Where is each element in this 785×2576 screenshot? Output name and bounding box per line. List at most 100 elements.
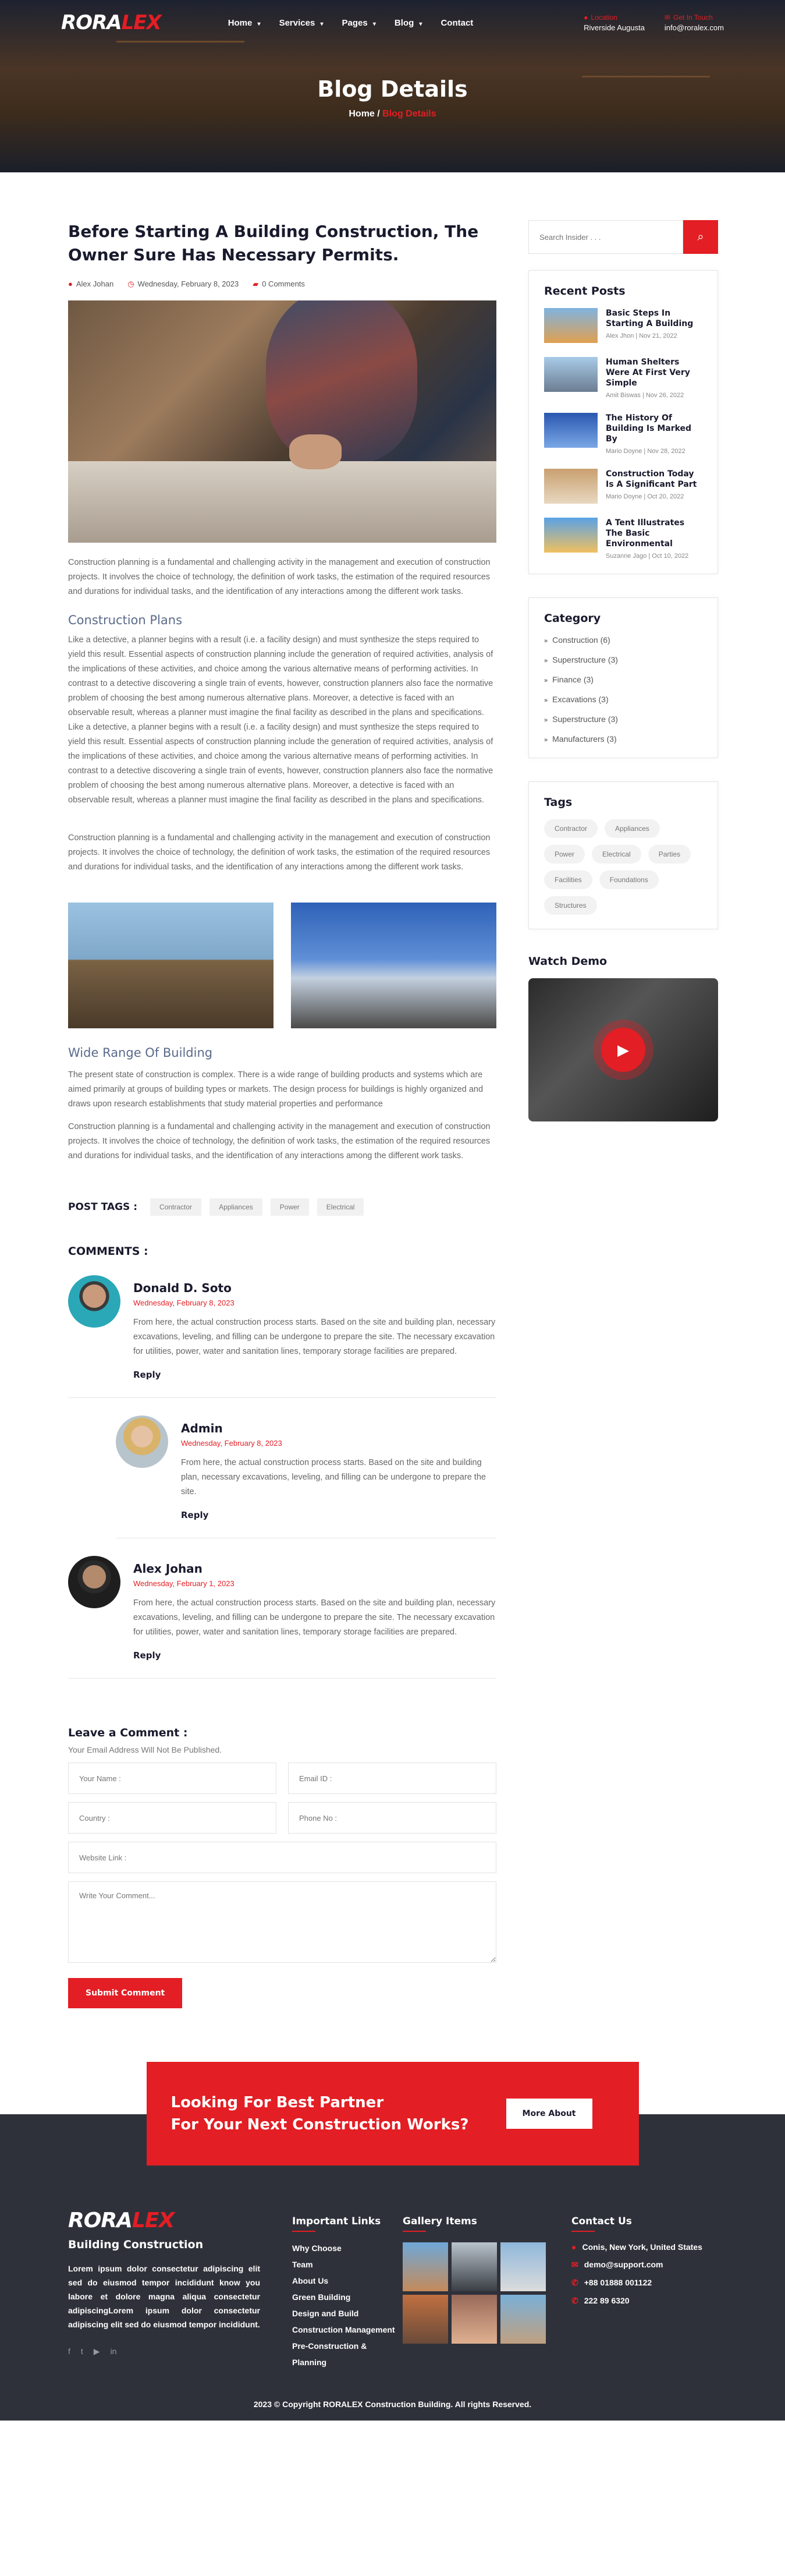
category-item[interactable]: » Superstructure (3) bbox=[544, 714, 702, 724]
form-row bbox=[68, 1842, 496, 1873]
gallery-image[interactable] bbox=[452, 2295, 497, 2344]
submit-comment-button[interactable]: Submit Comment bbox=[68, 1978, 183, 2008]
recent-post-item[interactable]: A Tent Illustrates The Basic Environment… bbox=[544, 518, 702, 560]
footer-link[interactable]: Construction Management bbox=[292, 2322, 403, 2338]
location-value: Riverside Augusta bbox=[584, 23, 645, 32]
reply-button[interactable]: Reply bbox=[181, 1510, 208, 1520]
gallery-image[interactable] bbox=[403, 2242, 448, 2291]
contact-address: ● Conis, New York, United States bbox=[571, 2242, 711, 2252]
category-label: Superstructure (3) bbox=[552, 714, 618, 724]
post-author-name: Alex Johan bbox=[76, 279, 114, 288]
cta-line-2: For Your Next Construction Works? bbox=[171, 2116, 469, 2133]
nav-pages[interactable]: Pages ▾ bbox=[342, 18, 376, 28]
recent-post-item[interactable]: The History Of Building Is Marked By Mari… bbox=[544, 413, 702, 455]
post-comments-text: 0 Comments bbox=[262, 279, 305, 288]
post-paragraph-1: Construction planning is a fundamental a… bbox=[68, 558, 491, 596]
comment-text: From here, the actual construction proce… bbox=[181, 1458, 486, 1496]
nav-home-label: Home bbox=[228, 17, 253, 28]
category-item[interactable]: » Manufacturers (3) bbox=[544, 734, 702, 744]
breadcrumb-home[interactable]: Home bbox=[349, 109, 374, 119]
footer-link[interactable]: About Us bbox=[292, 2273, 403, 2289]
recent-post-meta: Alex Jhon | Nov 21, 2022 bbox=[606, 332, 677, 339]
sidebar-tag[interactable]: Electrical bbox=[592, 845, 641, 864]
gallery-image[interactable] bbox=[500, 2242, 546, 2291]
website-input[interactable] bbox=[68, 1842, 496, 1873]
footer-link[interactable]: Green Building bbox=[292, 2289, 403, 2305]
comment-icon: ▰ bbox=[253, 279, 259, 288]
footer-link[interactable]: Team bbox=[292, 2256, 403, 2273]
recent-post-thumb bbox=[544, 413, 598, 448]
more-about-button[interactable]: More About bbox=[506, 2099, 592, 2129]
comment-date: Wednesday, February 8, 2023 bbox=[181, 1439, 282, 1448]
search-button[interactable]: ⌕ bbox=[683, 220, 718, 254]
footer-link[interactable]: Why Choose bbox=[292, 2240, 403, 2256]
category-item[interactable]: » Construction (6) bbox=[544, 635, 702, 645]
footer-links-heading: Important Links bbox=[292, 2216, 403, 2232]
avatar bbox=[116, 1416, 168, 1468]
comment-item: Admin Wednesday, February 8, 2023 From h… bbox=[116, 1416, 496, 1538]
recent-post-item[interactable]: Construction Today Is A Significant Part… bbox=[544, 469, 702, 504]
post-image-building-2 bbox=[291, 903, 496, 1028]
footer-link[interactable]: Design and Build bbox=[292, 2305, 403, 2322]
double-chevron-right-icon: » bbox=[544, 657, 548, 664]
recent-post-item[interactable]: Basic Steps In Starting A Building Alex J… bbox=[544, 308, 702, 343]
sidebar-tag[interactable]: Parties bbox=[648, 845, 691, 864]
nav-services[interactable]: Services ▾ bbox=[279, 18, 324, 28]
category-item[interactable]: » Excavations (3) bbox=[544, 695, 702, 704]
sidebar-tag[interactable]: Power bbox=[544, 845, 585, 864]
post-author[interactable]: ● Alex Johan bbox=[68, 279, 113, 289]
post-paragraph-5: Construction planning is a fundamental a… bbox=[68, 1122, 491, 1160]
site-logo[interactable]: RORALEX bbox=[61, 11, 162, 34]
post-tag[interactable]: Electrical bbox=[317, 1198, 364, 1216]
double-chevron-right-icon: » bbox=[544, 677, 548, 684]
reply-button[interactable]: Reply bbox=[133, 1650, 161, 1661]
category-item[interactable]: » Finance (3) bbox=[544, 675, 702, 684]
footer-link[interactable]: Pre-Construction & Planning bbox=[292, 2338, 403, 2370]
contact-phone[interactable]: ✆ +88 01888 001122 bbox=[571, 2278, 711, 2288]
gallery-image[interactable] bbox=[452, 2242, 497, 2291]
category-item[interactable]: » Superstructure (3) bbox=[544, 655, 702, 664]
sidebar-tag[interactable]: Contractor bbox=[544, 819, 598, 838]
reply-button[interactable]: Reply bbox=[133, 1370, 161, 1380]
contact-email[interactable]: ✉ demo@support.com bbox=[571, 2260, 711, 2270]
recent-post-item[interactable]: Human Shelters Were At First Very Simple… bbox=[544, 357, 702, 399]
blog-sidebar: ⌕ Recent Posts Basic Steps In Starting A… bbox=[528, 220, 718, 2008]
demo-video: ▶ bbox=[528, 978, 718, 1121]
email-input[interactable] bbox=[288, 1763, 496, 1794]
category-label: Excavations (3) bbox=[552, 695, 609, 704]
gallery-image[interactable] bbox=[403, 2295, 448, 2344]
name-input[interactable] bbox=[68, 1763, 276, 1794]
header-location: ● Location Riverside Augusta bbox=[584, 13, 645, 32]
sidebar-tag[interactable]: Foundations bbox=[599, 871, 659, 889]
post-tag[interactable]: Appliances bbox=[209, 1198, 262, 1216]
post-tag[interactable]: Power bbox=[270, 1198, 309, 1216]
youtube-icon[interactable]: ▶ bbox=[94, 2347, 100, 2356]
facebook-icon[interactable]: f bbox=[68, 2347, 70, 2356]
location-label: Location bbox=[591, 13, 617, 22]
chevron-down-icon: ▾ bbox=[257, 20, 261, 27]
blog-main: Before Starting A Building Construction,… bbox=[68, 220, 496, 2008]
sidebar-tag[interactable]: Facilities bbox=[544, 871, 592, 889]
footer-columns: RORALEX Building Construction Lorem ipsu… bbox=[68, 2209, 717, 2370]
touch-email[interactable]: info@roralex.com bbox=[665, 23, 724, 32]
search-input[interactable] bbox=[528, 220, 683, 254]
nav-blog[interactable]: Blog ▾ bbox=[395, 18, 422, 28]
recent-posts-heading: Recent Posts bbox=[544, 285, 626, 298]
comment-author: Donald D. Soto bbox=[133, 1281, 232, 1295]
contact-phone-2[interactable]: ✆ 222 89 6320 bbox=[571, 2296, 711, 2306]
contact-email-text: demo@support.com bbox=[584, 2260, 663, 2269]
comment-textarea[interactable] bbox=[68, 1881, 496, 1963]
sidebar-tag[interactable]: Appliances bbox=[605, 819, 660, 838]
phone-input[interactable] bbox=[288, 1802, 496, 1834]
nav-home[interactable]: Home ▾ bbox=[228, 18, 261, 28]
sidebar-tag[interactable]: Structures bbox=[544, 896, 597, 915]
nav-contact[interactable]: Contact bbox=[441, 18, 473, 28]
post-comments-count[interactable]: ▰ 0 Comments bbox=[253, 279, 305, 289]
post-tag[interactable]: Contractor bbox=[150, 1198, 202, 1216]
country-input[interactable] bbox=[68, 1802, 276, 1834]
footer-logo[interactable]: RORALEX bbox=[68, 2209, 260, 2232]
gallery-image[interactable] bbox=[500, 2295, 546, 2344]
twitter-icon[interactable]: t bbox=[81, 2347, 83, 2356]
play-button[interactable]: ▶ bbox=[601, 1028, 645, 1072]
linkedin-icon[interactable]: in bbox=[111, 2347, 117, 2356]
